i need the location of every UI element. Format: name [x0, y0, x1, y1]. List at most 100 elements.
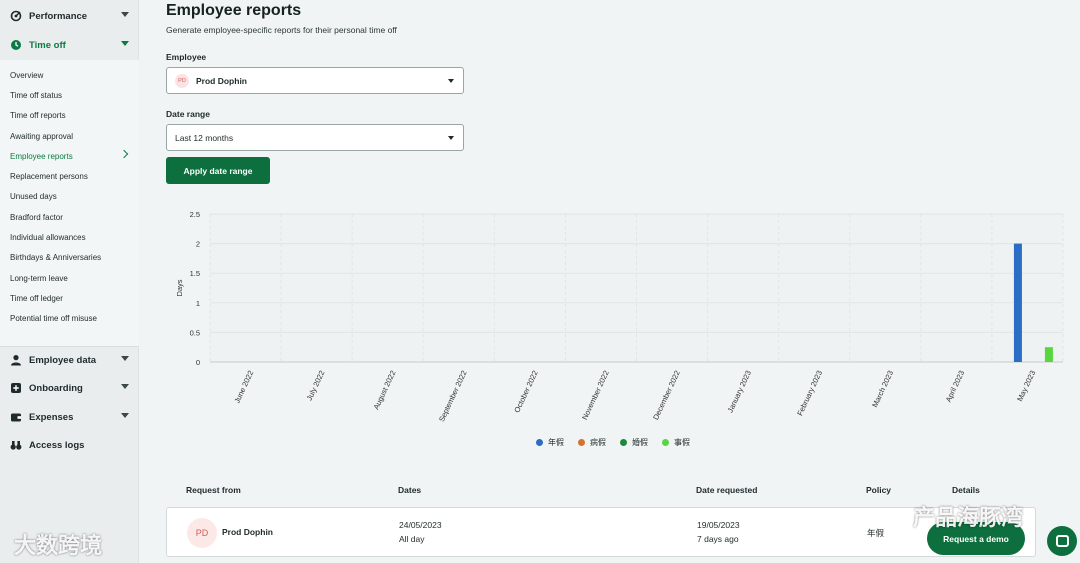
nav-access-logs-label: Access logs [29, 439, 85, 451]
nav-time-off-label: Time off [29, 39, 66, 51]
row-policy: 年假 [867, 528, 885, 538]
sub-item-employee-reports[interactable]: Employee reports [10, 152, 73, 161]
time-off-chart: 0 0.5 1 1.5 2 2.5 Days June 2022 July 2022 August… [175, 210, 1064, 423]
nav-time-off[interactable]: Time off [0, 31, 139, 59]
row-dates: 24/05/2023 [399, 520, 442, 530]
x-tick-label: April 2023 [944, 369, 966, 403]
caret-down-icon [448, 79, 454, 83]
sub-item-unused-days[interactable]: Unused days [10, 192, 57, 201]
page-title: Employee reports [166, 2, 302, 19]
chart-legend: 年假 病假 婚假 事假 [536, 437, 690, 448]
sub-item-individual-allowances[interactable]: Individual allowances [10, 233, 86, 242]
sub-item-awaiting-approval[interactable]: Awaiting approval [10, 132, 73, 141]
col-request-from: Request from [186, 485, 241, 495]
watermark-right: 产品海豚湾 [913, 506, 1024, 531]
sub-item-long-term-leave[interactable]: Long-term leave [10, 274, 68, 283]
sub-item-bradford-factor[interactable]: Bradford factor [10, 213, 63, 222]
x-tick-label: January 2023 [726, 369, 753, 414]
legend-item[interactable]: 婚假 [620, 437, 648, 448]
legend-swatch [536, 439, 543, 446]
x-tick-label: August 2022 [372, 369, 398, 411]
nav-employee-data-label: Employee data [29, 354, 97, 366]
nav-onboarding[interactable]: Onboarding [0, 374, 139, 402]
x-tick-label: May 2023 [1015, 369, 1037, 403]
row-dates-sub: All day [399, 534, 425, 544]
sub-item-time-off-ledger[interactable]: Time off ledger [10, 294, 63, 303]
legend-label: 病假 [590, 438, 606, 447]
y-tick-label: 0 [196, 358, 200, 367]
employee-select-value: Prod Dophin [196, 75, 247, 86]
row-requested: 19/05/2023 [697, 520, 740, 530]
avatar: PD [187, 518, 217, 548]
watermark-left: 大数跨境 [14, 534, 103, 559]
x-tick-label: December 2022 [651, 369, 682, 421]
legend-label: 年假 [548, 438, 564, 447]
plus-icon [10, 382, 22, 394]
col-details: Details [952, 485, 980, 495]
bar [1044, 347, 1053, 362]
person-icon [10, 354, 22, 366]
sub-item-birthdays-anniversaries[interactable]: Birthdays & Anniversaries [10, 253, 101, 262]
y-axis-label: Days [175, 279, 184, 296]
table-header: Request from Dates Date requested Policy… [139, 485, 1080, 499]
chat-button[interactable] [1047, 526, 1077, 556]
sub-item-overview[interactable]: Overview [10, 71, 43, 80]
time-off-submenu: Overview Time off status Time off report… [0, 60, 139, 346]
sub-item-potential-time-off-misuse[interactable]: Potential time off misuse [10, 314, 97, 323]
col-policy: Policy [866, 485, 892, 495]
chevron-down-icon [121, 41, 129, 46]
col-dates: Dates [398, 485, 422, 495]
date-range-label: Date range [166, 109, 210, 119]
nav-expenses[interactable]: Expenses [0, 403, 139, 431]
sidebar: Performance Time off Overview Time off s… [0, 0, 139, 563]
sub-item-replacement-persons[interactable]: Replacement persons [10, 172, 88, 181]
legend-swatch [620, 439, 627, 446]
employee-select[interactable]: PD Prod Dophin [166, 67, 464, 94]
x-tick-label: June 2022 [232, 369, 255, 405]
legend-swatch [662, 439, 669, 446]
chevron-down-icon [121, 413, 129, 418]
nav-expenses-label: Expenses [29, 411, 74, 423]
x-tick-label: October 2022 [512, 369, 539, 414]
x-tick-label: March 2023 [870, 369, 895, 409]
chevron-down-icon [121, 384, 129, 389]
sub-item-time-off-status[interactable]: Time off status [10, 91, 62, 100]
date-range-select-value: Last 12 months [175, 132, 234, 143]
legend-item[interactable]: 病假 [578, 437, 606, 448]
legend-item[interactable]: 年假 [536, 437, 564, 448]
legend-item[interactable]: 事假 [662, 437, 690, 448]
x-tick-label: November 2022 [580, 369, 611, 421]
chevron-down-icon [121, 356, 129, 361]
nav-performance-label: Performance [29, 10, 88, 22]
legend-label: 事假 [674, 438, 690, 447]
y-tick-label: 0.5 [190, 328, 200, 337]
y-tick-label: 1 [196, 299, 200, 308]
table-row[interactable]: PD Prod Dophin 24/05/2023 All day 19/05/… [166, 507, 1036, 557]
chevron-down-icon [121, 12, 129, 17]
performance-icon [10, 10, 22, 22]
page-subtitle: Generate employee-specific reports for t… [166, 25, 397, 35]
main-content: Employee reports Generate employee-speci… [139, 0, 1080, 563]
y-tick-label: 1.5 [190, 269, 200, 278]
x-tick-label: February 2023 [795, 369, 824, 417]
row-requested-sub: 7 days ago [697, 534, 739, 544]
y-tick-label: 2 [196, 240, 200, 249]
binoculars-icon [10, 439, 22, 451]
employee-label: Employee [166, 52, 207, 62]
col-date-requested: Date requested [696, 485, 758, 495]
apply-date-range-button[interactable]: Apply date range [166, 157, 270, 184]
avatar: PD [175, 73, 189, 88]
y-tick-label: 2.5 [190, 210, 200, 219]
legend-label: 婚假 [632, 438, 648, 447]
wallet-icon [10, 411, 22, 423]
nav-access-logs[interactable]: Access logs [0, 431, 139, 459]
sub-item-time-off-reports[interactable]: Time off reports [10, 111, 66, 120]
x-tick-label: July 2022 [305, 369, 327, 402]
date-range-select[interactable]: Last 12 months [166, 124, 464, 151]
legend-swatch [578, 439, 585, 446]
nav-performance[interactable]: Performance [0, 2, 139, 30]
row-name: Prod Dophin [222, 527, 273, 537]
caret-down-icon [448, 136, 454, 140]
nav-employee-data[interactable]: Employee data [0, 346, 139, 374]
clock-icon [10, 39, 22, 51]
